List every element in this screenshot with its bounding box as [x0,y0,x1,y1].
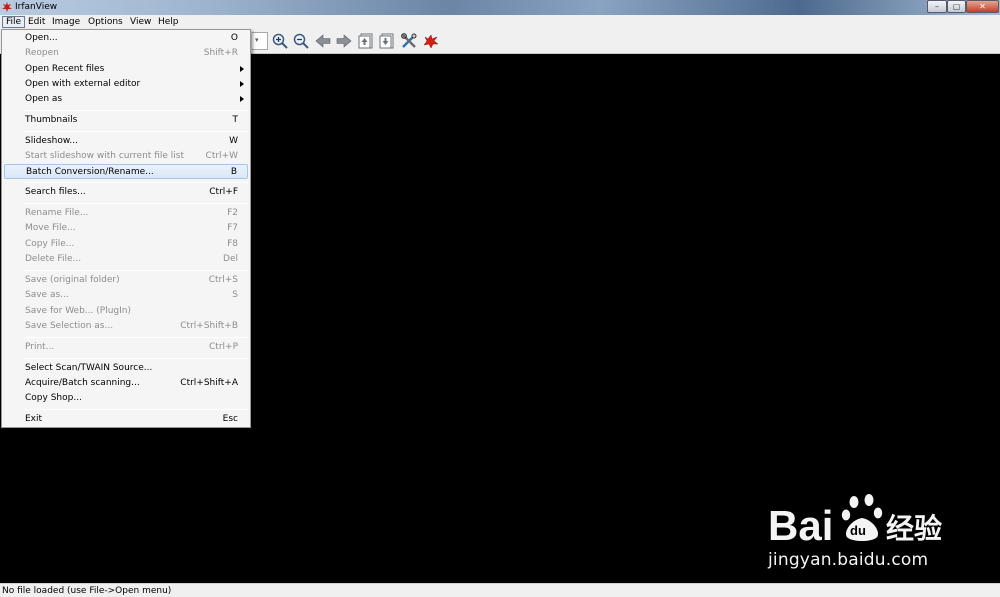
status-text: No file loaded (use File->Open menu) [2,586,172,596]
settings-tools-icon[interactable] [400,32,418,50]
menu-item-start-slideshow[interactable]: Start slideshow with current file list C… [4,149,248,164]
submenu-arrow-icon [240,66,244,72]
menu-edit[interactable]: Edit [25,16,48,28]
menu-separator [24,131,248,132]
menu-item-exit[interactable]: Exit Esc [4,412,248,427]
menu-item-delete-file[interactable]: Delete File... Del [4,252,248,267]
submenu-arrow-icon [240,81,244,87]
first-file-icon[interactable] [357,32,375,50]
menu-item-save-as[interactable]: Save as... S [4,288,248,303]
menu-item-save-original-folder[interactable]: Save (original folder) Ctrl+S [4,273,248,288]
menu-image[interactable]: Image [49,16,83,28]
menu-item-open[interactable]: Open... O [4,31,248,46]
menu-separator [24,270,248,271]
menu-item-copy-shop[interactable]: Copy Shop... [4,391,248,406]
next-arrow-icon[interactable] [335,32,353,50]
irfanview-cat-icon[interactable] [422,32,440,50]
zoom-dropdown[interactable]: ▾ [252,32,268,50]
menu-separator [24,182,248,183]
baidu-jingyan-logo: Bai du 经验 [768,494,942,549]
zoom-out-icon[interactable] [292,32,310,50]
title-bar: IrfanView – ▢ ✕ [0,0,1000,15]
baidu-watermark: Bai du 经验 jingyan.baidu.com [768,488,948,578]
menu-item-print[interactable]: Print... Ctrl+P [4,340,248,355]
svg-text:du: du [850,523,866,538]
svg-text:经验: 经验 [886,512,942,545]
menu-item-search-files[interactable]: Search files... Ctrl+F [4,185,248,200]
svg-text:Bai: Bai [768,502,833,549]
menu-bar: File Edit Image Options View Help [0,15,1000,29]
file-menu-dropdown: Open... O Reopen Shift+R Open Recent fil… [1,29,251,428]
zoom-in-icon[interactable] [271,32,289,50]
menu-item-acquire-batch-scanning[interactable]: Acquire/Batch scanning... Ctrl+Shift+A [4,376,248,391]
menu-item-copy-file[interactable]: Copy File... F8 [4,237,248,252]
menu-item-rename-file[interactable]: Rename File... F2 [4,206,248,221]
menu-file[interactable]: File [2,16,26,28]
last-file-icon[interactable] [378,32,396,50]
menu-item-thumbnails[interactable]: Thumbnails T [4,113,248,128]
previous-arrow-icon[interactable] [314,32,332,50]
menu-item-select-scan-source[interactable]: Select Scan/TWAIN Source... [4,361,248,376]
menu-item-open-with-external-editor[interactable]: Open with external editor [4,77,248,92]
menu-separator [24,110,248,111]
menu-separator [24,337,248,338]
chevron-down-icon: ▾ [255,36,259,44]
menu-help[interactable]: Help [155,16,182,28]
menu-separator [24,203,248,204]
submenu-arrow-icon [240,96,244,102]
status-bar: No file loaded (use File->Open menu) [0,583,1000,597]
menu-item-save-for-web[interactable]: Save for Web... (PlugIn) [4,304,248,319]
menu-item-open-recent-files[interactable]: Open Recent files [4,62,248,77]
irfanview-app-icon [2,2,12,12]
window-title: IrfanView [15,2,58,12]
menu-item-save-selection-as[interactable]: Save Selection as... Ctrl+Shift+B [4,319,248,334]
menu-item-reopen[interactable]: Reopen Shift+R [4,46,248,61]
minimize-button[interactable]: – [927,0,947,13]
close-button[interactable]: ✕ [966,0,999,13]
menu-view[interactable]: View [127,16,154,28]
maximize-button[interactable]: ▢ [947,0,966,13]
menu-item-move-file[interactable]: Move File... F7 [4,221,248,236]
menu-separator [24,358,248,359]
menu-item-open-as[interactable]: Open as [4,92,248,107]
menu-separator [24,409,248,410]
menu-options[interactable]: Options [85,16,126,28]
watermark-url: jingyan.baidu.com [768,550,929,570]
menu-item-slideshow[interactable]: Slideshow... W [4,134,248,149]
menu-item-batch-conversion[interactable]: Batch Conversion/Rename... B [4,164,248,179]
